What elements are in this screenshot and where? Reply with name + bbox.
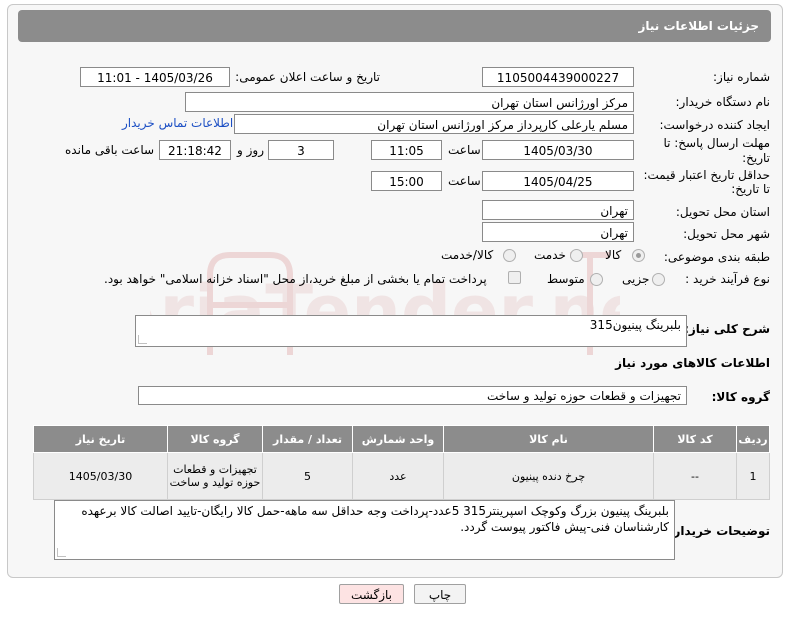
buyer-notes-text: بلبرینگ پینیون بزرگ وکوچک اسپرینتر315 5ع… (81, 504, 669, 534)
category-goods-service-radio[interactable] (503, 249, 516, 262)
city-label: شهر محل تحویل: (683, 227, 770, 241)
validity-time-field: 15:00 (371, 171, 442, 191)
province-field: تهران (482, 200, 634, 220)
col-row: ردیف (736, 425, 770, 453)
announce-datetime-field: 1405/03/26 - 11:01 (80, 67, 230, 87)
need-number-field: 1105004439000227 (482, 67, 634, 87)
deadline-time-label: ساعت (448, 143, 481, 157)
back-button[interactable]: بازگشت (339, 584, 404, 604)
process-minor-radio[interactable] (652, 273, 665, 286)
deadline-time-field: 11:05 (371, 140, 442, 160)
page-title: جزئیات اطلاعات نیاز (18, 10, 771, 42)
buyer-org-label: نام دستگاه خریدار: (675, 95, 771, 109)
col-group: گروه کالا (167, 425, 263, 453)
city-field: تهران (482, 222, 634, 242)
cell-name: چرخ دنده پینیون (443, 452, 654, 500)
goods-table: ردیف کد کالا نام کالا واحد شمارش تعداد /… (33, 425, 770, 500)
remaining-days-field: 3 (268, 140, 334, 160)
treasury-payment-text: پرداخت تمام یا بخشی از مبلغ خرید،از محل … (104, 272, 487, 286)
description-label: شرح کلی نیاز: (684, 322, 770, 336)
category-label: طبقه بندی موضوعی: (663, 250, 770, 264)
goods-group-field: تجهیزات و قطعات حوزه تولید و ساخت (138, 386, 687, 405)
resize-grip-icon[interactable] (138, 335, 147, 344)
validity-date-field: 1405/04/25 (482, 171, 634, 191)
deadline-label: مهلت ارسال پاسخ: تا (663, 136, 770, 150)
description-text: بلبرینگ پینیون315 (589, 318, 681, 332)
buyer-notes-textarea[interactable]: بلبرینگ پینیون بزرگ وکوچک اسپرینتر315 5ع… (54, 500, 675, 560)
announce-datetime-label: تاریخ و ساعت اعلان عمومی: (235, 70, 380, 84)
process-minor-label: جزیی (622, 272, 650, 286)
buyer-contact-link[interactable]: اطلاعات تماس خریدار (122, 116, 233, 130)
col-code: کد کالا (653, 425, 737, 453)
validity-label: حداقل تاریخ اعتبار قیمت: (643, 168, 770, 182)
process-medium-label: متوسط (547, 272, 585, 286)
deadline-label-date: تاریخ: (742, 151, 770, 165)
creator-field: مسلم یارعلی کارپرداز مرکز اورژانس استان … (234, 114, 634, 134)
validity-time-label: ساعت (448, 174, 481, 188)
col-need-date: تاریخ نیاز (33, 425, 168, 453)
buyer-notes-label: توضیحات خریدار: (668, 524, 770, 538)
table-row: 1 -- چرخ دنده پینیون عدد 5 تجهیزات و قطع… (33, 452, 770, 500)
process-type-label: نوع فرآیند خرید : (685, 272, 770, 286)
category-service-radio[interactable] (570, 249, 583, 262)
category-goods-label: کالا (605, 248, 622, 262)
remaining-time-field: 21:18:42 (159, 140, 231, 160)
goods-group-label: گروه کالا: (711, 390, 770, 404)
category-goods-service-label: کالا/خدمت (441, 248, 494, 262)
remaining-time-label: ساعت باقی مانده (65, 143, 155, 157)
days-label: روز و (237, 143, 264, 157)
col-name: نام کالا (443, 425, 654, 453)
province-label: استان محل تحویل: (675, 205, 770, 219)
cell-row: 1 (736, 452, 770, 500)
deadline-date-field: 1405/03/30 (482, 140, 634, 160)
cell-group: تجهیزات و قطعات حوزه تولید و ساخت (167, 452, 263, 500)
description-textarea[interactable]: بلبرینگ پینیون315 (135, 315, 687, 347)
print-button[interactable]: چاپ (414, 584, 466, 604)
need-number-label: شماره نیاز: (713, 70, 770, 84)
cell-code: -- (653, 452, 737, 500)
cell-unit: عدد (352, 452, 444, 500)
cell-quantity: 5 (262, 452, 353, 500)
process-medium-radio[interactable] (590, 273, 603, 286)
category-goods-radio[interactable] (632, 249, 645, 262)
treasury-payment-checkbox[interactable] (508, 271, 521, 284)
goods-section-title: اطلاعات کالاهای مورد نیاز (615, 356, 770, 370)
buyer-org-field: مرکز اورژانس استان تهران (185, 92, 634, 112)
category-service-label: خدمت (534, 248, 566, 262)
creator-label: ایجاد کننده درخواست: (659, 118, 770, 132)
validity-label-date: تا تاریخ: (731, 182, 770, 196)
resize-grip-icon[interactable] (57, 548, 66, 557)
cell-need-date: 1405/03/30 (33, 452, 168, 500)
col-unit: واحد شمارش (352, 425, 444, 453)
col-quantity: تعداد / مقدار (262, 425, 353, 453)
